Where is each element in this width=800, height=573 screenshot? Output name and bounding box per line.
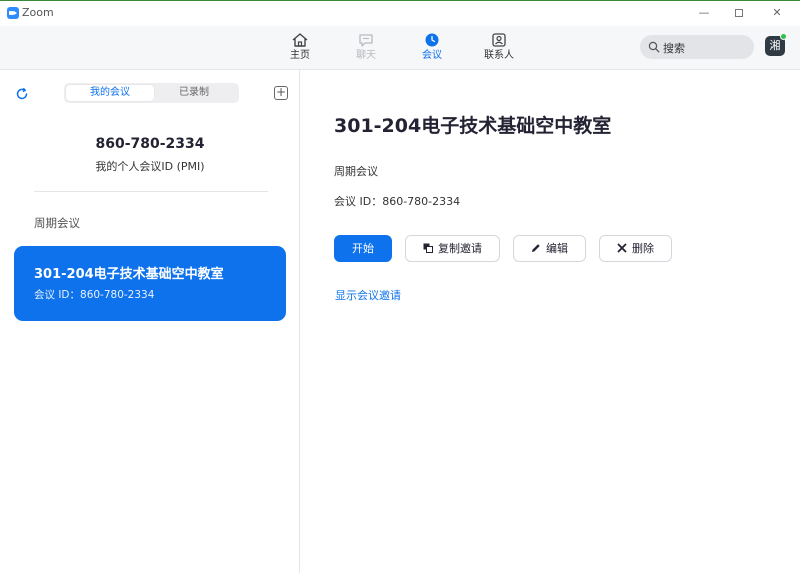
copy-invitation-label: 复制邀请	[438, 242, 482, 255]
tab-my-meetings[interactable]: 我的会议	[66, 85, 154, 101]
meeting-type: 周期会议	[334, 165, 378, 178]
delete-button[interactable]: 删除	[599, 235, 672, 262]
pmi-number[interactable]: 860-780-2334	[0, 136, 300, 152]
online-status-icon	[780, 33, 787, 40]
meeting-id: 会议 ID：860-780-2334	[334, 195, 461, 208]
meeting-item-title: 301-204电子技术基础空中教室	[34, 267, 224, 282]
close-icon	[617, 243, 627, 253]
minimize-button[interactable]: —	[693, 4, 715, 22]
meeting-segment-control: 我的会议 已录制	[64, 83, 239, 103]
title-bar: Zoom — ✕	[0, 0, 800, 26]
pencil-icon	[532, 244, 540, 252]
tab-home[interactable]: 主页	[275, 30, 325, 66]
add-meeting-button[interactable]: +	[274, 86, 288, 100]
delete-label: 删除	[632, 242, 654, 255]
section-title-recurring: 周期会议	[34, 216, 80, 230]
divider	[34, 191, 268, 192]
chat-icon	[359, 34, 373, 47]
refresh-icon[interactable]	[15, 87, 29, 101]
search-placeholder: 搜索	[663, 42, 685, 55]
search-icon	[648, 41, 660, 53]
window-title: Zoom	[22, 6, 54, 19]
tab-home-label: 主页	[290, 50, 310, 61]
top-nav: 主页 聊天 会议 联系人 搜索 湘	[0, 26, 800, 70]
close-button[interactable]: ✕	[766, 4, 788, 22]
meeting-list-panel: 我的会议 已录制 + 860-780-2334 我的个人会议ID (PMI) 周…	[0, 70, 300, 573]
copy-invitation-button[interactable]: 复制邀请	[405, 235, 500, 262]
tab-meetings[interactable]: 会议	[407, 30, 457, 66]
meeting-item-id: 会议 ID：860-780-2334	[34, 289, 155, 301]
tab-contacts[interactable]: 联系人	[474, 30, 524, 66]
tab-contacts-label: 联系人	[484, 50, 514, 61]
tab-meetings-label: 会议	[422, 50, 442, 61]
tab-recorded[interactable]: 已录制	[150, 85, 238, 101]
meeting-title: 301-204电子技术基础空中教室	[334, 115, 612, 137]
edit-button[interactable]: 编辑	[513, 235, 586, 262]
edit-label: 编辑	[546, 242, 568, 255]
maximize-button[interactable]	[728, 4, 750, 22]
list-item[interactable]: 301-204电子技术基础空中教室 会议 ID：860-780-2334	[14, 246, 286, 321]
show-invitation-link[interactable]: 显示会议邀请	[335, 287, 401, 303]
tab-chat-label: 聊天	[356, 50, 376, 61]
home-icon	[292, 33, 308, 47]
meeting-detail-panel: 301-204电子技术基础空中教室 周期会议 会议 ID：860-780-233…	[301, 70, 800, 573]
clock-icon	[425, 33, 439, 47]
contacts-icon	[492, 33, 506, 47]
tab-chat[interactable]: 聊天	[341, 30, 391, 66]
start-button[interactable]: 开始	[334, 235, 392, 262]
maximize-icon	[735, 9, 743, 17]
copy-icon	[423, 243, 433, 253]
search-input[interactable]: 搜索	[640, 35, 754, 59]
zoom-logo-icon	[7, 7, 19, 19]
pmi-label: 我的个人会议ID (PMI)	[95, 160, 205, 173]
